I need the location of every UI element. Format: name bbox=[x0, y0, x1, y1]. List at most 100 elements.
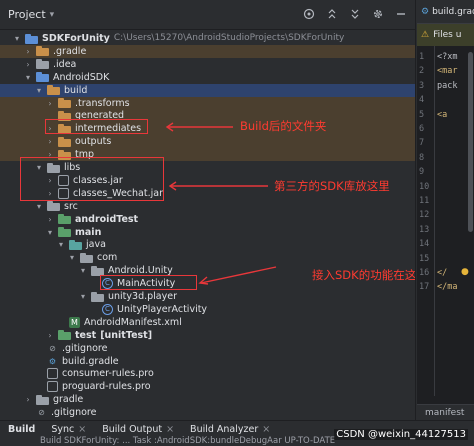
close-icon[interactable]: × bbox=[262, 424, 270, 435]
chevron-down-icon[interactable]: ▾ bbox=[34, 200, 44, 213]
tree-item-label: test bbox=[75, 329, 97, 341]
tree-item-label: proguard-rules.pro bbox=[62, 381, 151, 393]
tree-row-consumer-rules-pro[interactable]: consumer-rules.pro bbox=[0, 367, 415, 380]
chevron-down-icon[interactable]: ▾ bbox=[56, 238, 66, 251]
line-number: 8 bbox=[419, 152, 425, 163]
tab-label: Build Output bbox=[102, 423, 163, 435]
tree-row-build[interactable]: ▾ build bbox=[0, 83, 415, 97]
target-icon[interactable] bbox=[302, 7, 316, 21]
chevron-down-icon[interactable]: ▾ bbox=[12, 32, 22, 45]
close-icon[interactable]: × bbox=[78, 424, 86, 435]
tree-row-main[interactable]: ▾ main bbox=[0, 226, 415, 239]
highlight-box-intermediates bbox=[45, 119, 148, 134]
chevron-right-icon[interactable]: › bbox=[45, 135, 55, 148]
expand-icon[interactable] bbox=[348, 7, 362, 21]
arrow-icon bbox=[168, 181, 268, 191]
tab-build[interactable]: Build bbox=[0, 424, 43, 435]
chevron-right-icon[interactable]: › bbox=[23, 58, 33, 71]
folder-icon bbox=[47, 85, 60, 96]
tree-row-unityplayeractivity[interactable]: C UnityPlayerActivity bbox=[0, 303, 415, 316]
tree-row-outputs[interactable]: › outputs bbox=[0, 135, 415, 149]
chevron-down-icon[interactable]: ▾ bbox=[78, 264, 88, 277]
line-number: 12 bbox=[419, 210, 430, 221]
chevron-down-icon[interactable]: ▾ bbox=[50, 10, 55, 20]
manifest-icon: M bbox=[69, 316, 80, 328]
tree-row-gradle[interactable]: › gradle bbox=[0, 393, 415, 406]
chevron-right-icon[interactable]: › bbox=[45, 97, 55, 110]
tree-row-androidmanifest-xml[interactable]: M AndroidManifest.xml bbox=[0, 316, 415, 329]
text-file-icon bbox=[47, 381, 58, 393]
code-line: pack bbox=[437, 80, 458, 91]
tree-item-label: androidTest bbox=[75, 213, 139, 225]
line-number: 14 bbox=[419, 239, 430, 250]
chevron-right-icon[interactable]: › bbox=[23, 393, 33, 406]
chevron-right-icon[interactable]: › bbox=[45, 213, 55, 226]
line-number: 6 bbox=[419, 124, 425, 134]
tab-build-output[interactable]: Build Output × bbox=[94, 424, 182, 435]
class-icon: C bbox=[102, 303, 113, 315]
line-number: 3 bbox=[419, 80, 425, 91]
folder-icon bbox=[58, 330, 71, 341]
minimize-icon[interactable] bbox=[394, 7, 408, 21]
chevron-right-icon[interactable]: › bbox=[23, 45, 33, 58]
folder-icon bbox=[58, 136, 71, 147]
panel-title[interactable]: Project bbox=[8, 8, 46, 21]
folder-icon bbox=[91, 291, 104, 302]
tab-build-analyzer[interactable]: Build Analyzer × bbox=[182, 424, 278, 435]
bulb-icon[interactable]: ● bbox=[461, 267, 469, 277]
gradle-file-icon: ⚙ bbox=[48, 356, 57, 366]
project-path: C:\Users\15270\AndroidStudioProjects\SDK… bbox=[113, 33, 345, 43]
tree-row-java[interactable]: ▾ java bbox=[0, 238, 415, 251]
tree-item-label: build.gradle bbox=[62, 355, 119, 367]
editor-tab[interactable]: build.grad bbox=[432, 7, 474, 17]
line-number: 10 bbox=[419, 181, 430, 192]
code-line: <?xm bbox=[437, 52, 458, 62]
tree-row-test[interactable]: › test [unitTest] bbox=[0, 329, 415, 342]
tree-row-androidtest[interactable]: › androidTest bbox=[0, 213, 415, 226]
tree-row-idea[interactable]: › .idea bbox=[0, 58, 415, 71]
folder-icon bbox=[36, 394, 49, 405]
tree-row-build-gradle[interactable]: ⚙ build.gradle bbox=[0, 355, 415, 368]
tree-row-sdkforunity[interactable]: ▾ SDKForUnity C:\Users\15270\AndroidStudio… bbox=[0, 32, 415, 45]
editor-scrollbar[interactable] bbox=[468, 52, 473, 232]
tree-row-androidsdk[interactable]: ▾ AndroidSDK bbox=[0, 71, 415, 84]
chevron-down-icon[interactable]: ▾ bbox=[45, 226, 55, 239]
gear-icon[interactable] bbox=[371, 7, 385, 21]
chevron-down-icon[interactable]: ▾ bbox=[78, 290, 88, 303]
tree-row-unity3d-player[interactable]: ▾ unity3d.player bbox=[0, 290, 415, 303]
tree-row-src[interactable]: ▾ src bbox=[0, 200, 415, 213]
folder-icon bbox=[58, 227, 71, 237]
folder-icon bbox=[58, 214, 71, 225]
tree-item-label: .gradle bbox=[53, 45, 87, 57]
tree-row-gitignore[interactable]: ⊘ .gitignore bbox=[0, 342, 415, 355]
tab-sync[interactable]: Sync × bbox=[43, 424, 94, 435]
folder-icon bbox=[80, 252, 93, 263]
code-line: </ bbox=[437, 268, 448, 278]
tree-row-gitignore[interactable]: ⊘ .gitignore bbox=[0, 406, 415, 419]
tree-row-com[interactable]: ▾ com bbox=[0, 251, 415, 264]
chevron-right-icon[interactable]: › bbox=[45, 329, 55, 342]
tree-item-label: build bbox=[64, 84, 88, 96]
tree-item-label: .transforms bbox=[75, 97, 130, 109]
tree-item-label: .idea bbox=[53, 58, 77, 70]
folder-icon bbox=[36, 72, 49, 83]
tree-item-label: SDKForUnity bbox=[42, 33, 110, 44]
chevron-down-icon[interactable]: ▾ bbox=[67, 251, 77, 264]
tree-row-transforms[interactable]: › .transforms bbox=[0, 96, 415, 110]
tab-label: Sync bbox=[51, 423, 75, 435]
tree-item-label: gradle bbox=[53, 394, 84, 406]
line-number: 1 bbox=[419, 52, 425, 62]
close-icon[interactable]: × bbox=[166, 424, 174, 435]
tree-item-label: AndroidManifest.xml bbox=[84, 316, 182, 328]
tree-item-label: UnityPlayerActivity bbox=[117, 303, 208, 315]
arrow-icon bbox=[165, 122, 233, 132]
collapse-icon[interactable] bbox=[325, 7, 339, 21]
line-number: 9 bbox=[419, 167, 425, 178]
tree-row-proguard-rules-pro[interactable]: proguard-rules.pro bbox=[0, 380, 415, 393]
gradle-file-icon: ⚙ bbox=[421, 6, 430, 17]
tree-row-gradle[interactable]: › .gradle bbox=[0, 44, 415, 58]
chevron-down-icon[interactable]: ▾ bbox=[23, 71, 33, 84]
editor-panel: ⚙ build.grad ⚠ Files u 1 2 3 4 5 6 7 8 9 10 11 12 13… bbox=[417, 0, 474, 420]
breadcrumb[interactable]: manifest bbox=[417, 404, 474, 420]
chevron-down-icon[interactable]: ▾ bbox=[34, 84, 44, 97]
